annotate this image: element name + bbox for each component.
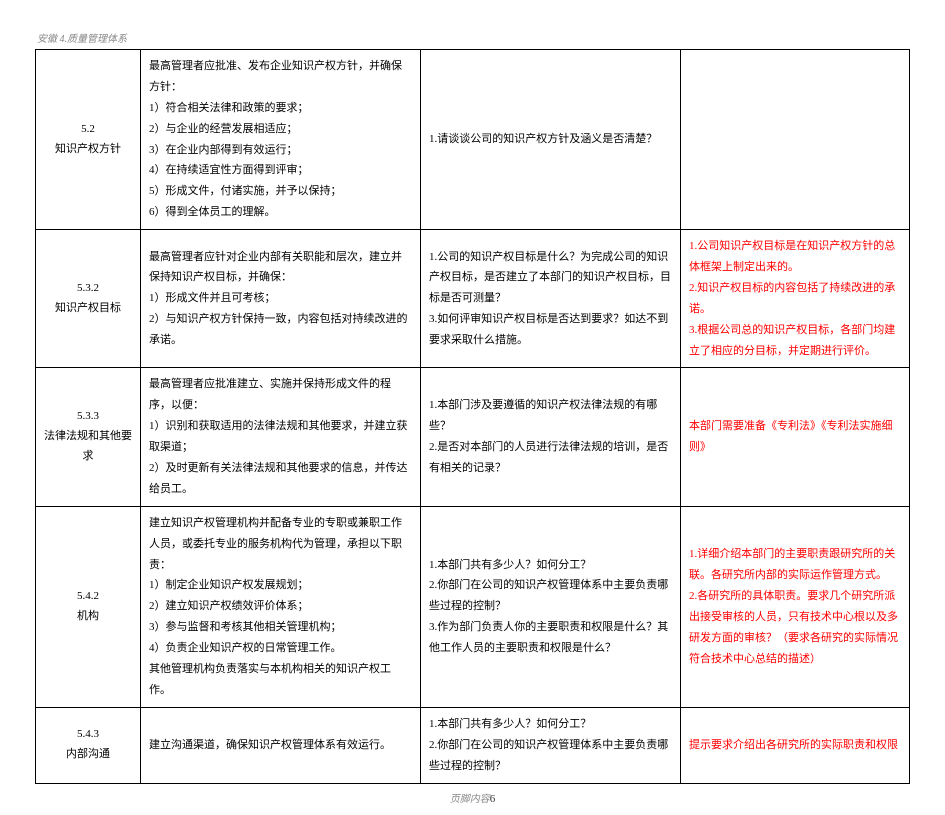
standard-cell: 最高管理者应批准、发布企业知识产权方针，并确保方针： 1）符合相关法律和政策的要… (141, 50, 421, 230)
section-cell: 5.4.3内部沟通 (36, 707, 141, 783)
section-number: 5.4.2 (44, 587, 132, 607)
section-number: 5.4.3 (44, 725, 132, 745)
section-number: 5.3.2 (44, 279, 132, 299)
section-cell: 5.3.2知识产权目标 (36, 230, 141, 368)
section-title: 知识产权目标 (44, 299, 132, 319)
question-cell: 1.本部门共有多少人？如何分工？ 2.你部门在公司的知识产权管理体系中主要负责哪… (421, 707, 681, 783)
section-title: 法律法规和其他要求 (44, 427, 132, 467)
remark-cell: 本部门需要准备《专利法》《专利法实施细则》 (681, 368, 910, 506)
standard-cell: 建立知识产权管理机构并配备专业的专职或兼职工作人员，或委托专业的服务机构代为管理… (141, 506, 421, 707)
section-cell: 5.2知识产权方针 (36, 50, 141, 230)
footer-label: 页脚内容 (450, 794, 490, 805)
remark-cell (681, 50, 910, 230)
section-title: 内部沟通 (44, 745, 132, 765)
question-cell: 1.本部门共有多少人？如何分工？ 2.你部门在公司的知识产权管理体系中主要负责哪… (421, 506, 681, 707)
standard-cell: 最高管理者应批准建立、实施并保持形成文件的程序，以便： 1）识别和获取适用的法律… (141, 368, 421, 506)
standard-cell: 建立沟通渠道，确保知识产权管理体系有效运行。 (141, 707, 421, 783)
section-number: 5.2 (44, 120, 132, 140)
section-title: 机构 (44, 607, 132, 627)
standard-cell: 最高管理者应针对企业内部有关职能和层次，建立并保持知识产权目标，并确保： 1）形… (141, 230, 421, 368)
page-footer: 页脚内容6 (35, 790, 910, 805)
section-cell: 5.4.2机构 (36, 506, 141, 707)
remark-cell: 1.公司知识产权目标是在知识产权方针的总体框架上制定出来的。 2.知识产权目标的… (681, 230, 910, 368)
remark-cell: 1.详细介绍本部门的主要职责跟研究所的关联。各研究所内部的实际运作管理方式。 2… (681, 506, 910, 707)
main-table: 5.2知识产权方针最高管理者应批准、发布企业知识产权方针，并确保方针： 1）符合… (35, 49, 910, 784)
page-header: 安徽 4.质量管理体系 (35, 30, 910, 45)
question-cell: 1.请谈谈公司的知识产权方针及涵义是否清楚？ (421, 50, 681, 230)
footer-page-number: 6 (490, 793, 496, 805)
remark-cell: 提示要求介绍出各研究所的实际职责和权限 (681, 707, 910, 783)
section-title: 知识产权方针 (44, 140, 132, 160)
section-number: 5.3.3 (44, 407, 132, 427)
section-cell: 5.3.3法律法规和其他要求 (36, 368, 141, 506)
question-cell: 1.本部门涉及要遵循的知识产权法律法规的有哪些？ 2.是否对本部门的人员进行法律… (421, 368, 681, 506)
question-cell: 1.公司的知识产权目标是什么？为完成公司的知识产权目标，是否建立了本部门的知识产… (421, 230, 681, 368)
